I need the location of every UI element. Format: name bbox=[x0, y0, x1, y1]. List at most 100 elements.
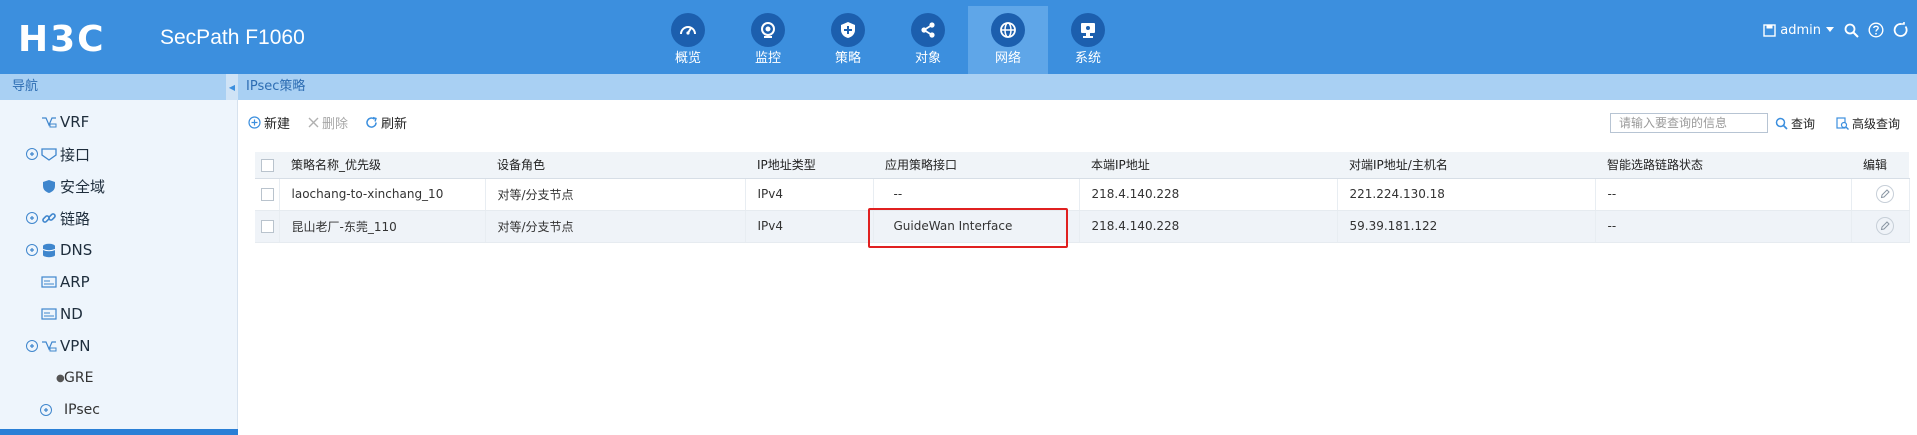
edit-cell bbox=[1851, 210, 1910, 243]
sidebar-item-label: ARP bbox=[60, 273, 90, 291]
column-header[interactable]: 设备角色 bbox=[485, 152, 745, 179]
main-nav: 概览 监控 策略 对象 网络 系统 bbox=[648, 6, 1128, 74]
search-input[interactable] bbox=[1610, 113, 1768, 133]
expand-icon[interactable] bbox=[26, 244, 38, 256]
refresh-button[interactable]: 刷新 bbox=[365, 110, 407, 134]
device-role-cell: 对等/分支节点 bbox=[485, 178, 746, 211]
nav-label: 监控 bbox=[754, 51, 781, 66]
ipsec-policy-table: 策略名称_优先级 设备角色 IP地址类型 应用策略接口 本端IP地址 对端IP地… bbox=[255, 152, 1910, 243]
sidebar-item-label: VRF bbox=[60, 113, 90, 131]
collapse-sidebar-button[interactable]: ◀ bbox=[226, 74, 238, 100]
pencil-icon bbox=[1880, 189, 1890, 199]
table-header-row: 策略名称_优先级 设备角色 IP地址类型 应用策略接口 本端IP地址 对端IP地… bbox=[255, 152, 1909, 179]
nav-monitor[interactable]: 监控 bbox=[728, 6, 808, 74]
nav-label: 网络 bbox=[994, 51, 1021, 66]
new-button[interactable]: 新建 bbox=[248, 110, 290, 134]
sidebar-item-label: VPN bbox=[60, 337, 91, 355]
close-icon bbox=[308, 117, 319, 127]
column-header[interactable]: 对端IP地址/主机名 bbox=[1337, 152, 1595, 179]
sidebar-item-vrf[interactable]: VRF bbox=[0, 106, 237, 138]
dns-icon bbox=[40, 242, 58, 258]
sidebar-item-security-zone[interactable]: 安全域 bbox=[0, 170, 237, 202]
sidebar-item-label: IPsec bbox=[64, 402, 100, 418]
sidebar-item-interface[interactable]: 接口 bbox=[0, 138, 237, 170]
security-zone-icon bbox=[40, 178, 58, 194]
sidebar-item-label: 接口 bbox=[60, 145, 91, 164]
nav-label: 概览 bbox=[674, 51, 701, 66]
pencil-icon bbox=[1880, 221, 1890, 231]
sidebar-item-vpn[interactable]: VPN bbox=[0, 330, 237, 362]
sidebar-item-label: GRE bbox=[64, 370, 94, 386]
user-menu[interactable]: admin bbox=[1763, 23, 1835, 38]
peer-ip-cell: 59.39.181.122 bbox=[1337, 210, 1596, 243]
advanced-search-icon bbox=[1836, 116, 1849, 130]
column-header: 编辑 bbox=[1851, 152, 1909, 179]
delete-button[interactable]: 删除 bbox=[308, 110, 348, 134]
username: admin bbox=[1780, 22, 1821, 38]
row-select-cell[interactable] bbox=[255, 178, 280, 211]
select-all-checkbox[interactable] bbox=[261, 158, 274, 172]
table-row[interactable]: laochang-to-xinchang_10 对等/分支节点 IPv4 -- … bbox=[255, 178, 1910, 211]
shield-icon bbox=[831, 13, 865, 47]
edit-button[interactable] bbox=[1875, 185, 1894, 203]
interface-icon bbox=[40, 146, 58, 162]
policy-name-cell: 昆山老厂-东莞_110 bbox=[279, 210, 486, 243]
nav-label: 系统 bbox=[1074, 51, 1101, 66]
expand-icon[interactable] bbox=[26, 148, 38, 160]
column-header[interactable]: 本端IP地址 bbox=[1079, 152, 1337, 179]
ip-type-cell: IPv4 bbox=[745, 210, 874, 243]
page-tab-ipsec-policy[interactable]: IPsec策略 bbox=[238, 74, 1917, 100]
refresh-button-label: 刷新 bbox=[381, 116, 408, 132]
interface-cell: -- bbox=[873, 178, 1080, 211]
column-header[interactable]: 应用策略接口 bbox=[873, 152, 1079, 179]
main-panel: IPsec策略 新建 删除 刷新 查询 高级查询 bbox=[238, 74, 1917, 435]
nav-policy[interactable]: 策略 bbox=[808, 6, 888, 74]
column-header[interactable]: IP地址类型 bbox=[745, 152, 873, 179]
globe-icon bbox=[991, 13, 1025, 47]
vrf-icon bbox=[40, 114, 58, 130]
sidebar-item-dns[interactable]: DNS bbox=[0, 234, 237, 266]
top-header: H3C SecPath F1060 概览 监控 策略 对象 网络 系统 admi… bbox=[0, 0, 1917, 74]
local-ip-cell: 218.4.140.228 bbox=[1079, 178, 1338, 211]
share-icon bbox=[911, 13, 945, 47]
sidebar-item-nd[interactable]: ND bbox=[0, 298, 237, 330]
edit-button[interactable] bbox=[1875, 217, 1894, 235]
sidebar-item-ipsec[interactable]: IPsec bbox=[0, 394, 237, 426]
power-icon[interactable] bbox=[1893, 22, 1909, 38]
search-icon[interactable] bbox=[1844, 23, 1859, 38]
expand-icon[interactable] bbox=[26, 340, 38, 352]
advanced-query-button[interactable]: 高级查询 bbox=[1836, 113, 1900, 133]
sidebar-item-arp[interactable]: ARP bbox=[0, 266, 237, 298]
row-select-cell[interactable] bbox=[255, 210, 280, 243]
monitor-icon bbox=[1071, 13, 1105, 47]
nav-network[interactable]: 网络 bbox=[968, 6, 1048, 74]
gauge-icon bbox=[671, 13, 705, 47]
row-checkbox[interactable] bbox=[261, 188, 274, 201]
sidebar-item-link[interactable]: 链路 bbox=[0, 202, 237, 234]
query-button[interactable]: 查询 bbox=[1775, 113, 1815, 133]
delete-button-label: 删除 bbox=[322, 116, 349, 132]
eye-icon bbox=[751, 13, 785, 47]
table-row[interactable]: 昆山老厂-东莞_110 对等/分支节点 IPv4 GuideWan Interf… bbox=[255, 210, 1910, 243]
search-icon bbox=[1775, 117, 1788, 130]
sidebar-item-label: 链路 bbox=[60, 209, 91, 228]
sidebar-item-label: DNS bbox=[60, 241, 93, 259]
nav-label: 策略 bbox=[834, 51, 861, 66]
help-icon[interactable] bbox=[1868, 22, 1884, 38]
expand-icon[interactable] bbox=[40, 404, 52, 416]
nd-icon bbox=[40, 306, 58, 322]
column-header[interactable]: 策略名称_优先级 bbox=[279, 152, 485, 179]
nav-overview[interactable]: 概览 bbox=[648, 6, 728, 74]
nav-objects[interactable]: 对象 bbox=[888, 6, 968, 74]
row-checkbox[interactable] bbox=[261, 220, 274, 233]
column-header[interactable]: 智能选路链路状态 bbox=[1595, 152, 1851, 179]
sidebar-item-label: ND bbox=[60, 305, 83, 323]
nav-system[interactable]: 系统 bbox=[1048, 6, 1128, 74]
brand-logo: H3C bbox=[18, 19, 106, 60]
query-button-label: 查询 bbox=[1791, 116, 1816, 131]
select-all-cell[interactable] bbox=[255, 152, 279, 179]
sidebar-item-gre[interactable]: ● GRE bbox=[0, 362, 237, 394]
sidebar-selected-bar bbox=[0, 429, 238, 435]
sidebar-item-label: 安全域 bbox=[60, 177, 106, 196]
expand-icon[interactable] bbox=[26, 212, 38, 224]
